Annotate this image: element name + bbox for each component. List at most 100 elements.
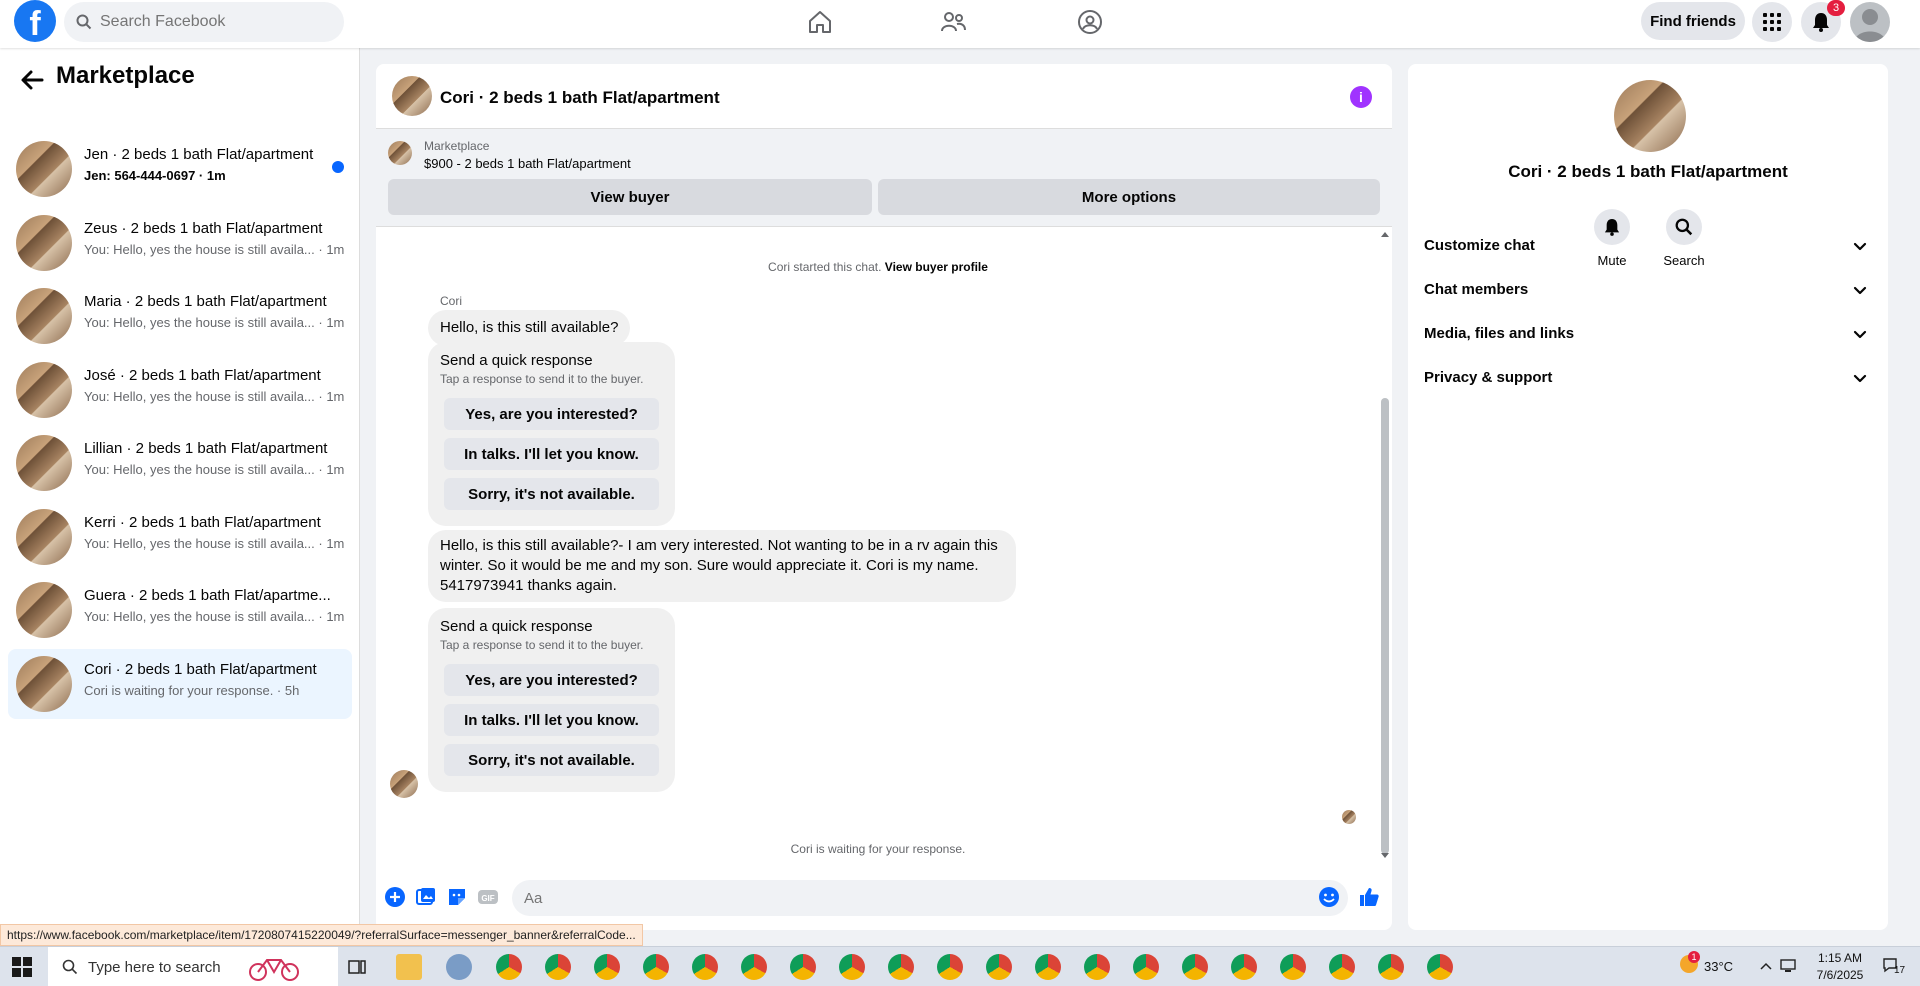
conversation-title: Maria · 2 beds 1 bath Flat/apartment	[84, 293, 327, 310]
chrome-window-icon[interactable]	[594, 954, 620, 980]
quick-response-not-available-button[interactable]: Sorry, it's not available.	[444, 744, 659, 776]
conversation-item[interactable]: Cori · 2 beds 1 bath Flat/apartment Cori …	[8, 648, 352, 719]
network-icon[interactable]	[1780, 958, 1798, 974]
chrome-window-icon[interactable]	[1035, 954, 1061, 980]
thumbs-up-icon[interactable]	[1358, 886, 1380, 908]
chat-title[interactable]: Cori · 2 beds 1 bath Flat/apartment	[440, 88, 720, 108]
details-section-row[interactable]: Customize chat	[1416, 224, 1880, 268]
conversation-item[interactable]: Kerri · 2 beds 1 bath Flat/apartment You:…	[8, 502, 352, 572]
chat-scrollbar[interactable]	[1378, 228, 1392, 864]
chat-started-note: Cori started this chat. View buyer profi…	[768, 260, 988, 274]
conversation-item[interactable]: José · 2 beds 1 bath Flat/apartment You: …	[8, 355, 352, 425]
conversation-item[interactable]: Guera · 2 beds 1 bath Flat/apartme... You…	[8, 575, 352, 645]
chrome-window-icon[interactable]	[1231, 954, 1257, 980]
photo-icon[interactable]	[415, 886, 437, 908]
windows-start-icon[interactable]	[12, 957, 32, 977]
weather-badge: 1	[1688, 951, 1700, 963]
bicycle-icon	[248, 959, 299, 981]
chrome-window-icon[interactable]	[496, 954, 522, 980]
quick-response-not-available-button[interactable]: Sorry, it's not available.	[444, 478, 659, 510]
conversation-snippet: You: Hello, yes the house is still avail…	[84, 609, 345, 624]
banner-label: Marketplace	[424, 139, 490, 153]
app-icon[interactable]	[446, 954, 472, 980]
search-input[interactable]	[100, 13, 320, 31]
section-label: Privacy & support	[1424, 369, 1553, 386]
back-arrow-icon[interactable]	[18, 66, 46, 94]
chrome-window-icon[interactable]	[692, 954, 718, 980]
listing-thumbnail	[16, 508, 72, 565]
scroll-thumb[interactable]	[1381, 398, 1389, 854]
find-friends-button[interactable]: Find friends	[1641, 2, 1745, 40]
chrome-window-icon[interactable]	[937, 954, 963, 980]
chrome-window-icon[interactable]	[1280, 954, 1306, 980]
conversation-item[interactable]: Zeus · 2 beds 1 bath Flat/apartment You: …	[8, 208, 352, 278]
conversation-snippet: You: Hello, yes the house is still avail…	[84, 535, 345, 551]
message-bubble: Hello, is this still available?	[428, 310, 631, 346]
chrome-window-icon[interactable]	[1182, 954, 1208, 980]
taskbar-search[interactable]: Type here to search	[48, 947, 338, 986]
quick-response-in-talks-button[interactable]: In talks. I'll let you know.	[444, 438, 659, 470]
conversation-item[interactable]: Jen · 2 beds 1 bath Flat/apartment Jen: 5…	[8, 134, 352, 204]
clock[interactable]: 1:15 AM 7/6/2025	[1800, 950, 1880, 984]
menu-grid-icon[interactable]	[1752, 2, 1792, 42]
facebook-logo[interactable]: f	[14, 0, 56, 42]
details-section-row[interactable]: Chat members	[1416, 268, 1880, 312]
scroll-up-arrow-icon[interactable]	[1380, 230, 1390, 238]
listing-thumbnail[interactable]	[392, 76, 432, 116]
conversation-item[interactable]: Maria · 2 beds 1 bath Flat/apartment You:…	[8, 281, 352, 351]
listing-thumbnail-small[interactable]	[388, 141, 412, 165]
account-avatar[interactable]	[1850, 2, 1890, 42]
chrome-window-icon[interactable]	[790, 954, 816, 980]
quick-response-in-talks-button[interactable]: In talks. I'll let you know.	[444, 704, 659, 736]
marketplace-inbox-sidebar: Marketplace Jen · 2 beds 1 bath Flat/apa…	[0, 48, 360, 946]
conversation-time: 1m	[326, 535, 345, 551]
more-options-button[interactable]: More options	[878, 179, 1380, 215]
conversation-time: 1m	[326, 609, 345, 624]
details-title: Cori · 2 beds 1 bath Flat/apartment	[1508, 162, 1788, 181]
chevron-down-icon	[1853, 242, 1867, 251]
listing-image-large[interactable]	[1614, 80, 1686, 152]
chrome-window-icon[interactable]	[1378, 954, 1404, 980]
sticker-icon[interactable]	[446, 886, 468, 908]
chrome-window-icon[interactable]	[545, 954, 571, 980]
message-input[interactable]	[512, 880, 1348, 916]
section-label: Media, files and links	[1424, 325, 1575, 342]
conversation-item[interactable]: Lillian · 2 beds 1 bath Flat/apartment Yo…	[8, 428, 352, 498]
details-section-row[interactable]: Media, files and links	[1416, 312, 1880, 356]
chrome-window-icon[interactable]	[1084, 954, 1110, 980]
info-icon[interactable]: i	[1350, 86, 1372, 108]
groups-icon[interactable]	[1074, 6, 1106, 38]
sender-avatar[interactable]	[390, 770, 418, 798]
temperature-readout[interactable]: 33°C	[1704, 959, 1733, 974]
chevron-up-icon[interactable]	[1760, 961, 1772, 971]
chrome-window-icon[interactable]	[643, 954, 669, 980]
quick-response-card: Send a quick response Tap a response to …	[428, 608, 675, 792]
notification-center[interactable]: 17	[1882, 957, 1910, 979]
quick-response-yes-button[interactable]: Yes, are you interested?	[444, 664, 659, 696]
gif-icon[interactable]: GIF	[477, 886, 499, 908]
view-buyer-button[interactable]: View buyer	[388, 179, 872, 215]
conversation-time: 1m	[326, 315, 345, 330]
details-section-row[interactable]: Privacy & support	[1416, 356, 1880, 400]
quick-response-card: Send a quick response Tap a response to …	[428, 342, 675, 526]
plus-icon[interactable]	[384, 886, 406, 908]
quick-response-yes-button[interactable]: Yes, are you interested?	[444, 398, 659, 430]
chrome-window-icon[interactable]	[888, 954, 914, 980]
listing-price-title[interactable]: $900 - 2 beds 1 bath Flat/apartment	[424, 156, 631, 171]
file-explorer-icon[interactable]	[396, 954, 422, 980]
listing-thumbnail	[16, 435, 72, 491]
view-buyer-profile-link[interactable]: View buyer profile	[885, 260, 988, 274]
chrome-window-icon[interactable]	[1329, 954, 1355, 980]
search-box[interactable]	[64, 2, 344, 42]
emoji-icon[interactable]	[1318, 886, 1340, 908]
chrome-window-icon[interactable]	[741, 954, 767, 980]
chrome-window-icon[interactable]	[986, 954, 1012, 980]
conversation-snippet: You: Hello, yes the house is still avail…	[84, 388, 345, 404]
home-icon[interactable]	[804, 6, 836, 38]
chrome-window-icon[interactable]	[1427, 954, 1453, 980]
chrome-window-icon[interactable]	[839, 954, 865, 980]
scroll-down-arrow-icon[interactable]	[1380, 852, 1390, 860]
friends-icon[interactable]	[937, 6, 969, 38]
task-view-icon[interactable]	[348, 959, 366, 975]
chrome-window-icon[interactable]	[1133, 954, 1159, 980]
